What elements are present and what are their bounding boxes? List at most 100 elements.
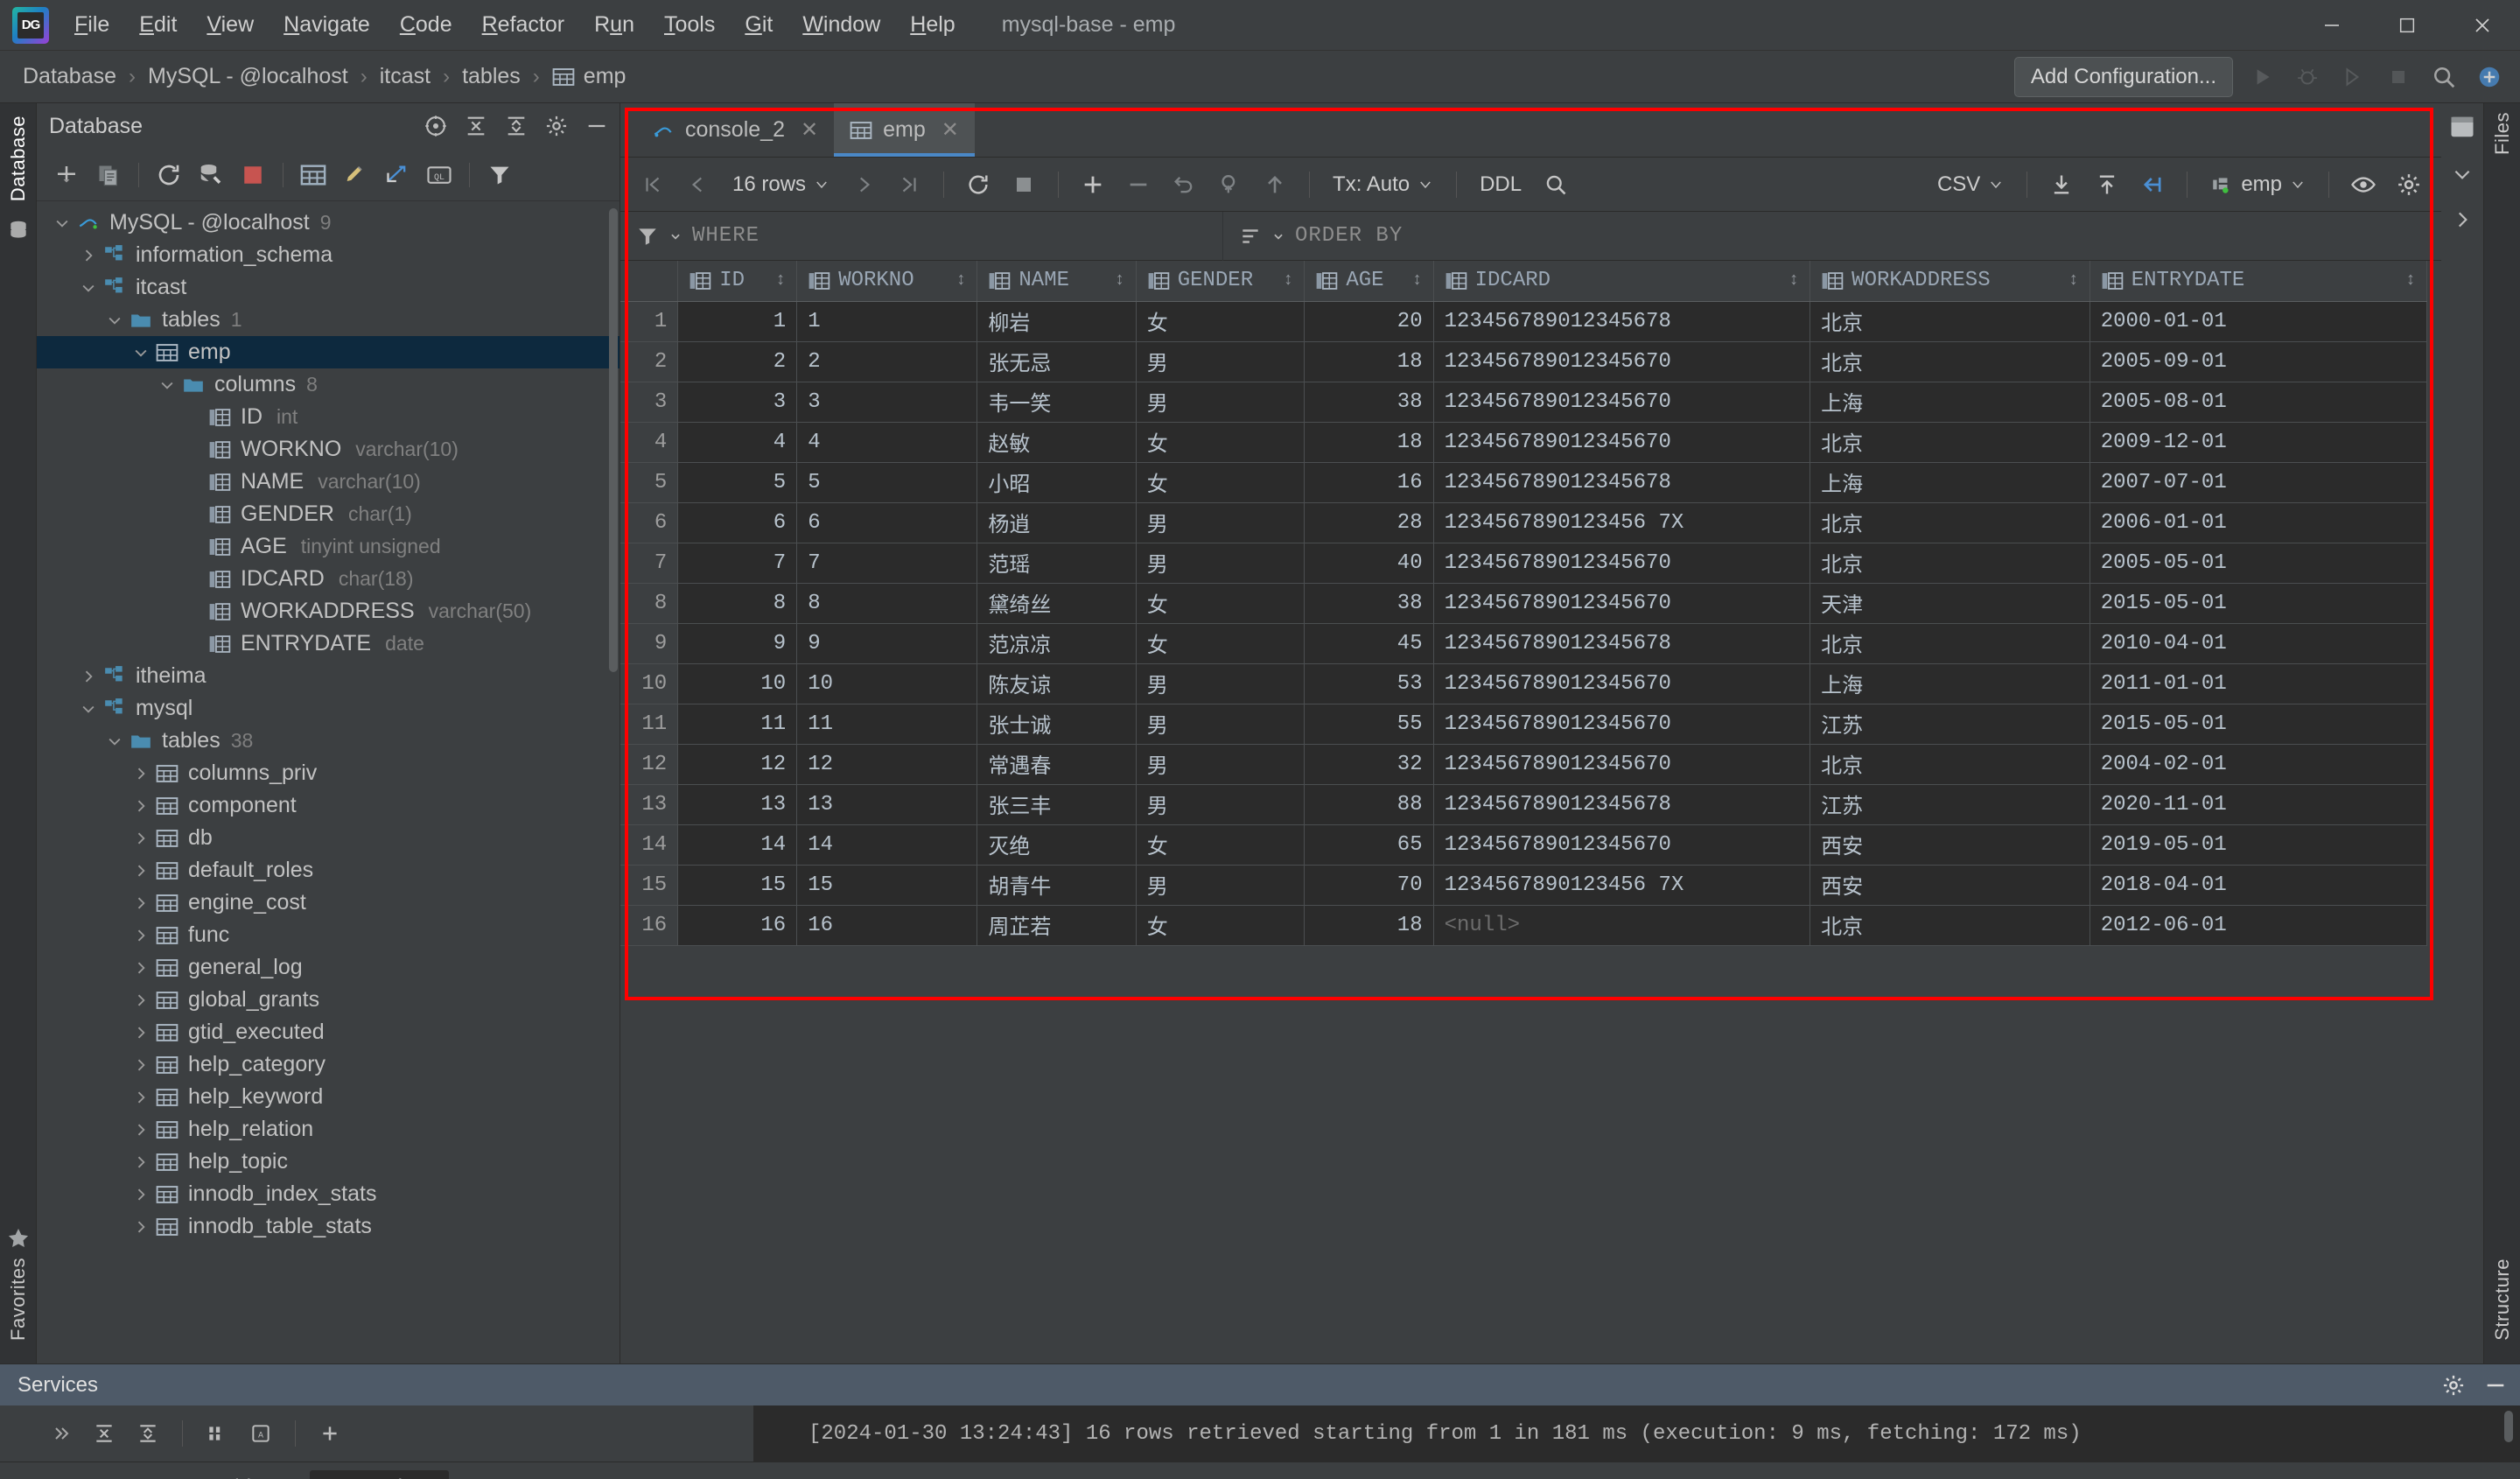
- menu-file[interactable]: File: [60, 7, 124, 43]
- chevron-down-icon[interactable]: [75, 700, 102, 718]
- tree-item-tables[interactable]: tables1: [37, 304, 620, 336]
- cell-gender[interactable]: 男: [1136, 784, 1305, 824]
- cell-workaddress[interactable]: 北京: [1810, 543, 2090, 583]
- cell-workno[interactable]: 4: [797, 422, 977, 462]
- cell-gender[interactable]: 女: [1136, 422, 1305, 462]
- maximize-button[interactable]: [2370, 0, 2445, 51]
- database-icon[interactable]: [7, 219, 30, 242]
- previous-page-icon[interactable]: [678, 165, 718, 205]
- tree-item-help-keyword[interactable]: help_keyword: [37, 1081, 620, 1113]
- cell-age[interactable]: 40: [1305, 543, 1433, 583]
- cell-entrydate[interactable]: 2007-07-01: [2090, 462, 2426, 502]
- table-row[interactable]: 555小昭女16123456789012345678上海2007-07-01: [620, 462, 2427, 502]
- cell-age[interactable]: 38: [1305, 382, 1433, 422]
- cell-idcard[interactable]: 123456789012345678: [1433, 623, 1810, 663]
- chevron-down-icon[interactable]: [102, 312, 128, 329]
- grid-settings-gear-icon[interactable]: [2389, 165, 2429, 205]
- menu-git[interactable]: Git: [730, 7, 788, 43]
- more-actions-icon[interactable]: [42, 1415, 79, 1452]
- cell-workaddress[interactable]: 上海: [1810, 663, 2090, 704]
- cell-workaddress[interactable]: 上海: [1810, 462, 2090, 502]
- cell-idcard[interactable]: 123456789012345670: [1433, 422, 1810, 462]
- close-icon[interactable]: ✕: [942, 117, 959, 143]
- stop-icon[interactable]: [234, 156, 272, 194]
- sort-indicator-icon[interactable]: ↕: [2405, 270, 2416, 291]
- cell-workno[interactable]: 7: [797, 543, 977, 583]
- tree-item-information-schema[interactable]: information_schema: [37, 239, 620, 271]
- table-row[interactable]: 999范凉凉女45123456789012345678北京2010-04-01: [620, 623, 2427, 663]
- cell-workno[interactable]: 1: [797, 301, 977, 341]
- chevron-right-icon[interactable]: [75, 668, 102, 685]
- cell-name[interactable]: 韦一笑: [977, 382, 1136, 422]
- cell-gender[interactable]: 男: [1136, 865, 1305, 905]
- cell-idcard[interactable]: 123456789012345670: [1433, 583, 1810, 623]
- cell-id[interactable]: 12: [678, 744, 797, 784]
- menu-refactor[interactable]: Refactor: [467, 7, 580, 43]
- revert-changes-icon[interactable]: [1164, 165, 1204, 205]
- cell-age[interactable]: 38: [1305, 583, 1433, 623]
- cell-id[interactable]: 3: [678, 382, 797, 422]
- data-extractor-icon[interactable]: [2132, 165, 2173, 205]
- chevron-down-icon[interactable]: [102, 732, 128, 750]
- cell-id[interactable]: 8: [678, 583, 797, 623]
- cell-workaddress[interactable]: 上海: [1810, 382, 2090, 422]
- cell-entrydate[interactable]: 2015-05-01: [2090, 583, 2426, 623]
- cell-name[interactable]: 灭绝: [977, 824, 1136, 865]
- add-configuration-button[interactable]: Add Configuration...: [2014, 57, 2233, 97]
- tool-window-database-label[interactable]: Database: [7, 116, 30, 201]
- cell-gender[interactable]: 男: [1136, 502, 1305, 543]
- cell-age[interactable]: 28: [1305, 502, 1433, 543]
- cell-age[interactable]: 20: [1305, 301, 1433, 341]
- cell-entrydate[interactable]: 2005-09-01: [2090, 341, 2426, 382]
- minimize-button[interactable]: [2294, 0, 2370, 51]
- table-row[interactable]: 161616周芷若女18<null>北京2012-06-01: [620, 905, 2427, 945]
- cell-gender[interactable]: 女: [1136, 462, 1305, 502]
- chevron-right-icon[interactable]: [128, 959, 154, 977]
- cell-name[interactable]: 张士诚: [977, 704, 1136, 744]
- cell-workaddress[interactable]: 北京: [1810, 301, 2090, 341]
- tab-emp[interactable]: emp ✕: [834, 103, 975, 157]
- tree-item-gender[interactable]: GENDERchar(1): [37, 498, 620, 530]
- cell-entrydate[interactable]: 2004-02-01: [2090, 744, 2426, 784]
- chevron-down-icon[interactable]: [128, 344, 154, 361]
- cell-idcard[interactable]: 123456789012345678: [1433, 784, 1810, 824]
- add-datasource-icon[interactable]: [47, 156, 86, 194]
- cell-entrydate[interactable]: 2019-05-01: [2090, 824, 2426, 865]
- filter-icon[interactable]: [480, 156, 519, 194]
- cell-workaddress[interactable]: 西安: [1810, 824, 2090, 865]
- cell-workaddress[interactable]: 天津: [1810, 583, 2090, 623]
- cell-name[interactable]: 赵敏: [977, 422, 1136, 462]
- row-count-selector[interactable]: 16 rows: [724, 172, 838, 197]
- chevron-right-icon[interactable]: [128, 1121, 154, 1139]
- cell-entrydate[interactable]: 2005-08-01: [2090, 382, 2426, 422]
- tree-item-innodb-table-stats[interactable]: innodb_table_stats: [37, 1210, 620, 1243]
- cell-entrydate[interactable]: 2005-05-01: [2090, 543, 2426, 583]
- cell-entrydate[interactable]: 2018-04-01: [2090, 865, 2426, 905]
- cell-age[interactable]: 32: [1305, 744, 1433, 784]
- output-format-selector[interactable]: CSV: [1928, 172, 2012, 197]
- cell-entrydate[interactable]: 2006-01-01: [2090, 502, 2426, 543]
- collapse-all-icon[interactable]: [504, 114, 528, 138]
- table-row[interactable]: 777范瑶男40123456789012345670北京2005-05-01: [620, 543, 2427, 583]
- view-options-eye-icon[interactable]: [2343, 165, 2384, 205]
- tree-item-mysql-localhost[interactable]: MySQL - @localhost9: [37, 207, 620, 239]
- hide-panel-icon[interactable]: [2483, 1373, 2508, 1398]
- menu-view[interactable]: View: [192, 7, 269, 43]
- submit-changes-icon[interactable]: [1255, 165, 1295, 205]
- cell-name[interactable]: 范瑶: [977, 543, 1136, 583]
- cell-age[interactable]: 18: [1305, 905, 1433, 945]
- expand-all-icon[interactable]: [86, 1415, 122, 1452]
- tree-item-help-category[interactable]: help_category: [37, 1048, 620, 1081]
- cell-id[interactable]: 5: [678, 462, 797, 502]
- tab-console-2[interactable]: console_2 ✕: [636, 103, 834, 157]
- tool-window-files-label[interactable]: Files: [2491, 112, 2514, 155]
- cell-gender[interactable]: 男: [1136, 744, 1305, 784]
- cell-id[interactable]: 16: [678, 905, 797, 945]
- search-icon[interactable]: [2427, 60, 2460, 94]
- tree-item-help-relation[interactable]: help_relation: [37, 1113, 620, 1146]
- cell-idcard[interactable]: <null>: [1433, 905, 1810, 945]
- edit-icon[interactable]: [336, 156, 374, 194]
- tree-item-engine-cost[interactable]: engine_cost: [37, 887, 620, 919]
- sort-indicator-icon[interactable]: ↕: [1115, 270, 1125, 291]
- tree-item-tables[interactable]: tables38: [37, 725, 620, 757]
